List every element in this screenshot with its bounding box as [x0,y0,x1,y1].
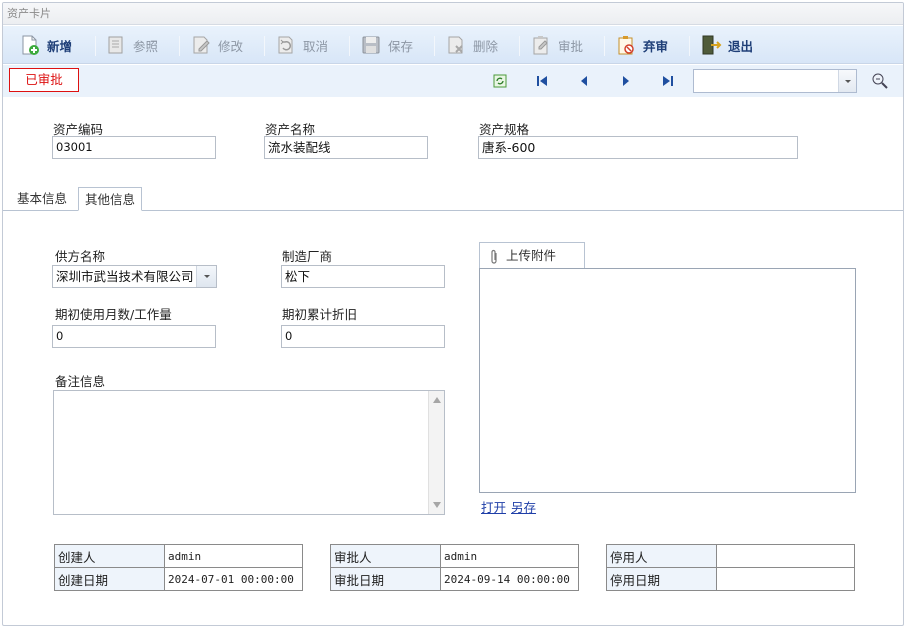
edit-button[interactable]: 修改 [190,32,243,58]
new-document-icon [19,34,41,56]
creator-value: admin [164,544,303,568]
next-record-icon[interactable] [619,74,633,88]
unapprove-button[interactable]: 弃审 [615,32,668,58]
add-button-label: 新增 [47,38,73,54]
supplier-value: 深圳市武当技术有限公司 [56,269,194,284]
toolbar-divider [264,36,265,56]
record-nav-bar: 已审批 [3,65,903,97]
tab-basic-info[interactable]: 基本信息 [11,187,73,211]
toolbar-divider [519,36,520,56]
cancel-button-label: 取消 [303,38,329,54]
exit-button-label: 退出 [728,38,754,54]
window-title: 资产卡片 [3,3,903,25]
initial-months-field[interactable]: 0 [52,325,216,348]
disabled-date-value [716,567,855,591]
approve-clipboard-icon [530,34,552,56]
approver-value: admin [440,544,579,568]
open-attachment-link[interactable]: 打开 [481,497,506,516]
save-button-label: 保存 [388,38,414,54]
save-button[interactable]: 保存 [360,32,413,58]
refresh-icon[interactable] [493,74,507,88]
approved-date-value: 2024-09-14 00:00:00 [440,567,579,591]
asset-code-field[interactable]: 03001 [52,136,216,159]
scroll-down-icon[interactable] [433,502,441,508]
manufacturer-label: 制造厂商 [282,249,333,264]
toolbar-divider [95,36,96,56]
created-date-label: 创建日期 [54,567,165,591]
supplier-label: 供方名称 [55,249,106,264]
supplier-combo[interactable]: 深圳市武当技术有限公司 [52,265,217,288]
search-icon[interactable] [871,72,889,90]
delete-button[interactable]: 删除 [445,32,498,58]
toolbar: 新增 参照 修改 取消 保存 删除 审批 弃审 退出 [3,26,903,64]
undo-icon [275,34,297,56]
first-record-icon[interactable] [535,74,549,88]
remarks-scrollbar[interactable] [428,391,444,514]
scroll-up-icon[interactable] [433,397,441,403]
remarks-textarea[interactable] [53,390,445,515]
exit-door-icon [700,34,722,56]
disabler-info-table: 停用人 停用日期 [606,544,855,591]
toolbar-divider [604,36,605,56]
manufacturer-field[interactable]: 松下 [281,265,445,288]
toolbar-divider [349,36,350,56]
initial-depreciation-label: 期初累计折旧 [282,307,358,322]
edit-button-label: 修改 [218,38,244,54]
toolbar-divider [179,36,180,56]
unapprove-button-label: 弃审 [643,38,669,54]
attachments-tab-label: 上传附件 [506,248,557,263]
initial-months-label: 期初使用月数/工作量 [55,307,172,322]
chevron-down-icon[interactable] [838,70,856,92]
asset-spec-field[interactable]: 唐系-600 [478,136,798,159]
approve-button-label: 审批 [558,38,584,54]
chevron-down-icon[interactable] [196,266,216,287]
attachments-tab[interactable]: 上传附件 [479,242,585,269]
delete-button-label: 删除 [473,38,499,54]
asset-card-window: 资产卡片 新增 参照 修改 取消 保存 删除 审批 弃审 退出 已审批 资产编码… [2,2,904,626]
remarks-label: 备注信息 [55,374,106,389]
asset-name-field[interactable]: 流水装配线 [264,136,428,159]
reference-icon [105,34,127,56]
created-date-value: 2024-07-01 00:00:00 [164,567,303,591]
last-record-icon[interactable] [661,74,675,88]
approve-button[interactable]: 审批 [530,32,583,58]
disabled-date-label: 停用日期 [606,567,717,591]
exit-button[interactable]: 退出 [700,32,753,58]
add-button[interactable]: 新增 [19,32,72,58]
approved-date-label: 审批日期 [330,567,441,591]
unapprove-clipboard-icon [615,34,637,56]
delete-icon [445,34,467,56]
disabler-value [716,544,855,568]
cancel-button[interactable]: 取消 [275,32,328,58]
reference-button[interactable]: 参照 [105,32,158,58]
record-search-select[interactable] [693,69,857,93]
initial-depreciation-field[interactable]: 0 [281,325,445,348]
approver-info-table: 审批人 admin 审批日期 2024-09-14 00:00:00 [330,544,579,591]
save-icon [360,34,382,56]
toolbar-divider [434,36,435,56]
creator-info-table: 创建人 admin 创建日期 2024-07-01 00:00:00 [54,544,303,591]
status-badge: 已审批 [9,68,79,92]
creator-label: 创建人 [54,544,165,568]
approver-label: 审批人 [330,544,441,568]
previous-record-icon[interactable] [577,74,591,88]
reference-button-label: 参照 [133,38,159,54]
save-as-attachment-link[interactable]: 另存 [511,497,536,516]
attachments-list[interactable] [479,268,856,493]
tab-other-info[interactable]: 其他信息 [78,187,143,211]
toolbar-divider [689,36,690,56]
edit-icon [190,34,212,56]
disabler-label: 停用人 [606,544,717,568]
